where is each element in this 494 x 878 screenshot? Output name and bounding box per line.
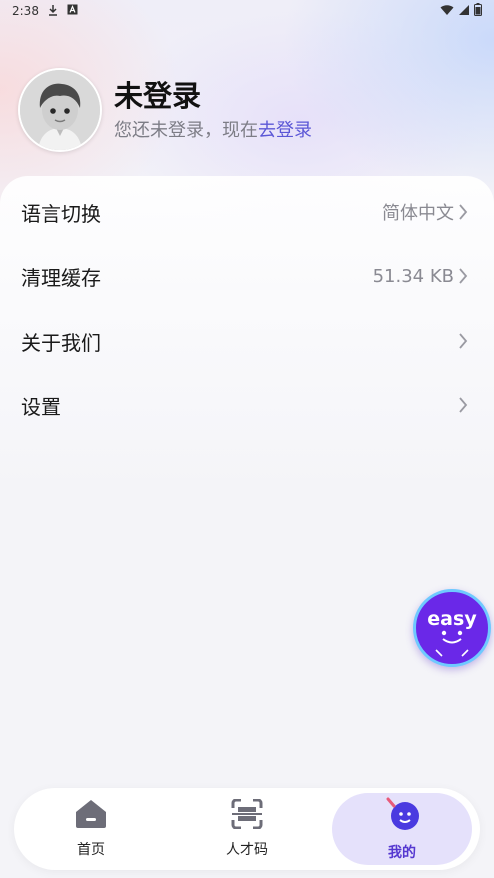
- notification-a-icon: [67, 4, 78, 18]
- tab-label: 我的: [388, 845, 416, 861]
- chevron-right-icon: [458, 201, 474, 223]
- profile-name: 未登录: [114, 79, 202, 113]
- profile-face-icon: [382, 796, 422, 836]
- status-time: 2:38: [12, 4, 39, 18]
- signal-icon: [458, 4, 470, 19]
- tab-label: 首页: [77, 842, 105, 858]
- menu-item-settings[interactable]: 设置: [0, 373, 494, 437]
- chevron-right-icon: [458, 394, 474, 416]
- wifi-icon: [440, 4, 454, 19]
- tab-label: 人才码: [226, 842, 268, 858]
- easy-logo-icon: easy: [427, 608, 477, 657]
- menu-item-value: 简体中文: [382, 203, 454, 224]
- menu-item-clear-cache[interactable]: 清理缓存 51.34 KB: [0, 244, 494, 308]
- easy-logo-text: easy: [427, 608, 477, 630]
- profile-subtitle-text: 您还未登录，现在: [114, 120, 258, 141]
- menu-item-label: 设置: [21, 394, 61, 419]
- menu-item-language[interactable]: 语言切换 简体中文: [0, 180, 494, 244]
- menu-item-label: 清理缓存: [21, 265, 101, 290]
- home-icon: [74, 799, 108, 833]
- login-link[interactable]: 去登录: [258, 120, 312, 141]
- scan-code-icon: [231, 798, 263, 833]
- chevron-right-icon: [458, 265, 474, 287]
- menu-item-label: 语言切换: [21, 201, 101, 226]
- bottom-nav: 首页 人才码 我的: [14, 788, 480, 870]
- battery-icon: [474, 3, 482, 19]
- profile-subtitle: 您还未登录，现在去登录: [114, 116, 312, 142]
- download-icon: [47, 4, 59, 19]
- avatar[interactable]: [18, 68, 102, 152]
- tab-home[interactable]: 首页: [21, 788, 161, 870]
- easy-assistant-button[interactable]: easy: [413, 589, 491, 667]
- menu-item-about-us[interactable]: 关于我们: [0, 309, 494, 373]
- menu-item-value: 51.34 KB: [372, 265, 454, 287]
- tab-mine[interactable]: 我的: [332, 793, 472, 865]
- chevron-right-icon: [458, 330, 474, 352]
- menu-item-label: 关于我们: [21, 330, 101, 355]
- tab-talent-code[interactable]: 人才码: [177, 788, 317, 870]
- profile-header[interactable]: 未登录 您还未登录，现在去登录: [18, 68, 312, 152]
- status-bar: 2:38: [0, 0, 494, 22]
